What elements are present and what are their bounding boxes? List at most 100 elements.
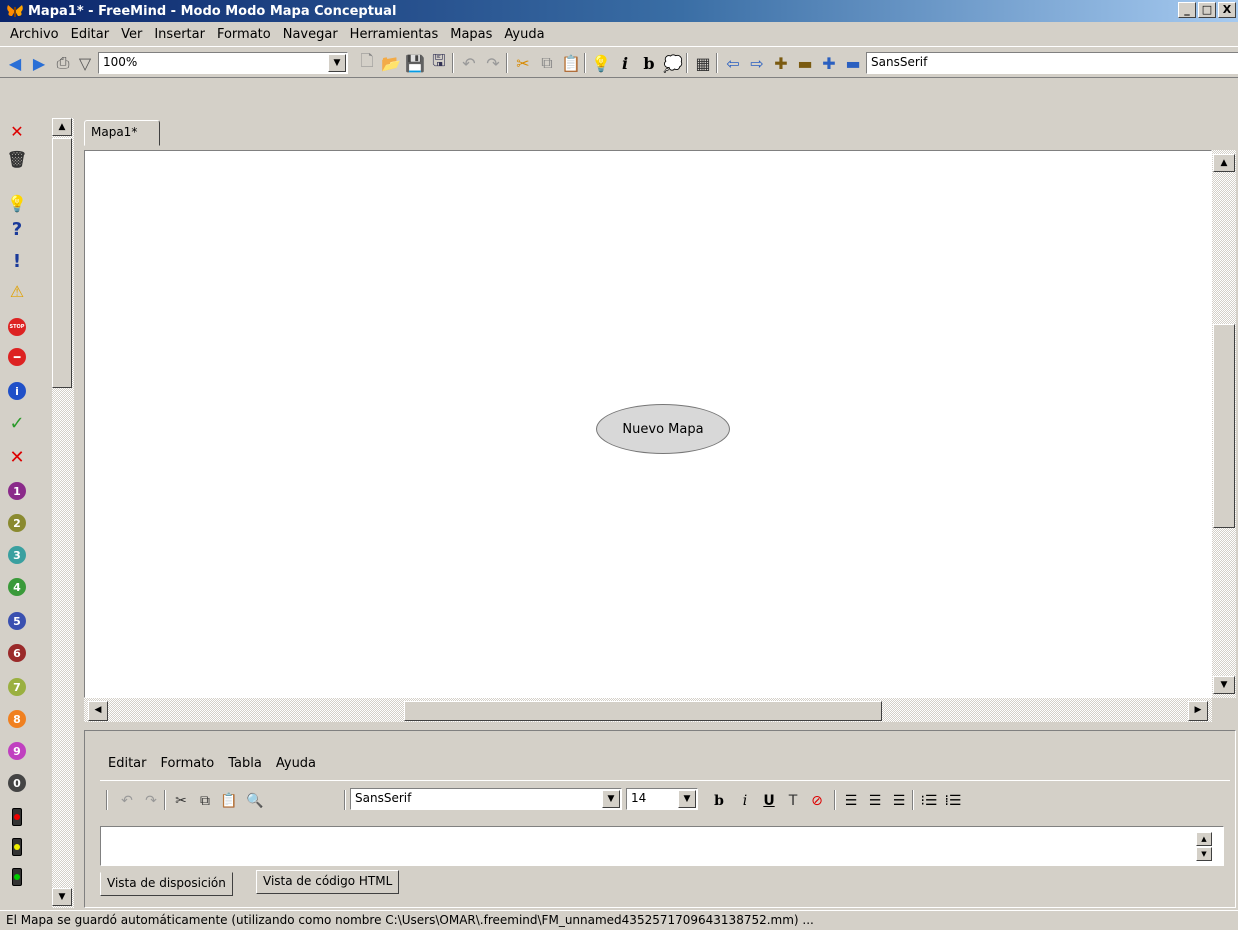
cross-icon[interactable]: ✕ <box>8 447 26 468</box>
menu-herramientas[interactable]: Herramientas <box>344 27 445 42</box>
exclamation-icon[interactable]: ! <box>8 251 26 272</box>
info-icon[interactable]: i <box>8 382 26 400</box>
note-text-area[interactable] <box>100 826 1224 866</box>
title-bar[interactable]: Mapa1* - FreeMind - Modo Modo Mapa Conce… <box>0 0 1238 22</box>
editor-redo-icon[interactable]: ↷ <box>140 790 162 812</box>
idea-bulb-icon[interactable]: 💡 <box>590 52 612 74</box>
editor-cut-icon[interactable]: ✂ <box>170 790 192 812</box>
editor-paste-icon[interactable]: 📋 <box>218 790 240 812</box>
no-entry-icon[interactable]: ━ <box>8 348 26 366</box>
zoom-in-icon[interactable]: ✚ <box>818 52 840 74</box>
forward-icon[interactable]: ▶ <box>28 52 50 74</box>
editor-menu-editar[interactable]: Editar <box>108 756 147 778</box>
editor-menu-formato[interactable]: Formato <box>161 756 215 778</box>
new-map-icon[interactable]: 🗋 <box>356 51 378 74</box>
number-1-icon[interactable]: 1 <box>8 482 26 500</box>
traffic-light-red-icon[interactable] <box>12 808 22 826</box>
table-icon[interactable]: ▦ <box>692 52 714 74</box>
editor-find-icon[interactable]: 🔍 <box>244 790 266 812</box>
editor-bold-button[interactable]: b <box>708 790 730 812</box>
align-left-icon[interactable]: ☰ <box>840 790 862 812</box>
arrow-right-icon[interactable]: ⇨ <box>746 52 768 74</box>
cut-icon[interactable]: ✂ <box>512 52 534 74</box>
menu-archivo[interactable]: Archivo <box>4 27 65 42</box>
warning-icon[interactable]: ⚠ <box>8 282 26 301</box>
decrease-icon[interactable]: ▬ <box>794 52 816 74</box>
idea-icon[interactable]: 💡 <box>7 194 27 213</box>
number-7-icon[interactable]: 7 <box>8 678 26 696</box>
scroll-up-icon[interactable]: ▲ <box>52 118 72 136</box>
tab-mapa1[interactable]: Mapa1* <box>84 120 160 146</box>
number-0-icon[interactable]: 0 <box>8 774 26 792</box>
horizontal-scroll-thumb[interactable] <box>404 701 882 721</box>
canvas-vertical-scrollbar[interactable]: ▲ ▼ <box>1212 150 1236 698</box>
bold-icon[interactable]: b <box>638 52 660 74</box>
copy-icon[interactable]: ⧉ <box>536 52 558 74</box>
maximize-button[interactable]: □ <box>1198 2 1216 18</box>
question-icon[interactable]: ? <box>8 219 26 240</box>
menu-editar[interactable]: Editar <box>65 27 116 42</box>
number-9-icon[interactable]: 9 <box>8 742 26 760</box>
number-3-icon[interactable]: 3 <box>8 546 26 564</box>
check-icon[interactable]: ✓ <box>8 413 26 434</box>
editor-color-icon[interactable]: T <box>782 790 804 812</box>
zoom-out-icon[interactable]: ▬ <box>842 52 864 74</box>
editor-undo-icon[interactable]: ↶ <box>116 790 138 812</box>
menu-mapas[interactable]: Mapas <box>444 27 498 42</box>
tab-vista-codigo-html[interactable]: Vista de código HTML <box>256 870 400 894</box>
number-2-icon[interactable]: 2 <box>8 514 26 532</box>
scroll-left-icon[interactable]: ◀ <box>88 701 108 721</box>
icon-bar-scrollbar[interactable]: ▲ ▼ <box>52 118 74 908</box>
note-scroll-down-icon[interactable]: ▼ <box>1196 847 1212 861</box>
root-node[interactable]: Nuevo Mapa <box>596 404 730 454</box>
note-scroll-up-icon[interactable]: ▲ <box>1196 832 1212 846</box>
editor-font-dropdown-icon[interactable]: ▼ <box>602 790 620 808</box>
zoom-dropdown-icon[interactable]: ▼ <box>328 54 346 72</box>
menu-ver[interactable]: Ver <box>115 27 148 42</box>
vertical-scroll-thumb[interactable] <box>1213 324 1235 528</box>
scroll-up-icon[interactable]: ▲ <box>1213 154 1235 172</box>
editor-underline-button[interactable]: U <box>758 790 780 812</box>
bullet-list-icon[interactable]: ⁝☰ <box>918 790 940 812</box>
number-4-icon[interactable]: 4 <box>8 578 26 596</box>
editor-font-combo[interactable]: SansSerif ▼ <box>350 788 622 810</box>
menu-navegar[interactable]: Navegar <box>277 27 344 42</box>
redo-icon[interactable]: ↷ <box>482 52 504 74</box>
increase-icon[interactable]: ✚ <box>770 52 792 74</box>
print-icon[interactable]: ⎙ <box>52 52 74 74</box>
menu-ayuda[interactable]: Ayuda <box>498 27 550 42</box>
editor-clear-format-icon[interactable]: ⊘ <box>806 790 828 812</box>
editor-menu-ayuda[interactable]: Ayuda <box>276 756 316 778</box>
save-as-icon[interactable]: 🖫 <box>428 51 450 74</box>
cloud-icon[interactable]: 💭 <box>662 52 684 74</box>
arrow-left-icon[interactable]: ⇦ <box>722 52 744 74</box>
paste-icon[interactable]: 📋 <box>560 52 582 74</box>
close-button[interactable]: X <box>1218 2 1236 18</box>
trash-icon[interactable]: 🗑 <box>7 150 27 169</box>
editor-menu-tabla[interactable]: Tabla <box>228 756 262 778</box>
align-right-icon[interactable]: ☰ <box>888 790 910 812</box>
remove-icon-icon[interactable]: ✕ <box>8 122 26 141</box>
tab-vista-disposicion[interactable]: Vista de disposición <box>100 872 233 896</box>
icon-bar-scroll-thumb[interactable] <box>52 138 72 388</box>
scroll-right-icon[interactable]: ▶ <box>1188 701 1208 721</box>
number-8-icon[interactable]: 8 <box>8 710 26 728</box>
canvas-horizontal-scrollbar[interactable]: ◀ ▶ <box>84 698 1212 722</box>
minimize-button[interactable]: _ <box>1178 2 1196 18</box>
menu-insertar[interactable]: Insertar <box>148 27 211 42</box>
scroll-down-icon[interactable]: ▼ <box>1213 676 1235 694</box>
zoom-combo[interactable]: 100% ▼ <box>98 52 348 74</box>
numbered-list-icon[interactable]: ⁞☰ <box>942 790 964 812</box>
editor-italic-button[interactable]: i <box>734 790 756 812</box>
editor-size-combo[interactable]: 14 ▼ <box>626 788 698 810</box>
italic-icon[interactable]: i <box>614 52 636 74</box>
editor-size-dropdown-icon[interactable]: ▼ <box>678 790 696 808</box>
filter-icon[interactable]: ▽ <box>74 52 96 74</box>
number-5-icon[interactable]: 5 <box>8 612 26 630</box>
open-icon[interactable]: 📂 <box>380 52 402 74</box>
back-icon[interactable]: ◀ <box>4 52 26 74</box>
align-center-icon[interactable]: ☰ <box>864 790 886 812</box>
scroll-down-icon[interactable]: ▼ <box>52 888 72 906</box>
traffic-light-yellow-icon[interactable] <box>12 838 22 856</box>
stop-icon[interactable]: STOP <box>8 318 26 336</box>
